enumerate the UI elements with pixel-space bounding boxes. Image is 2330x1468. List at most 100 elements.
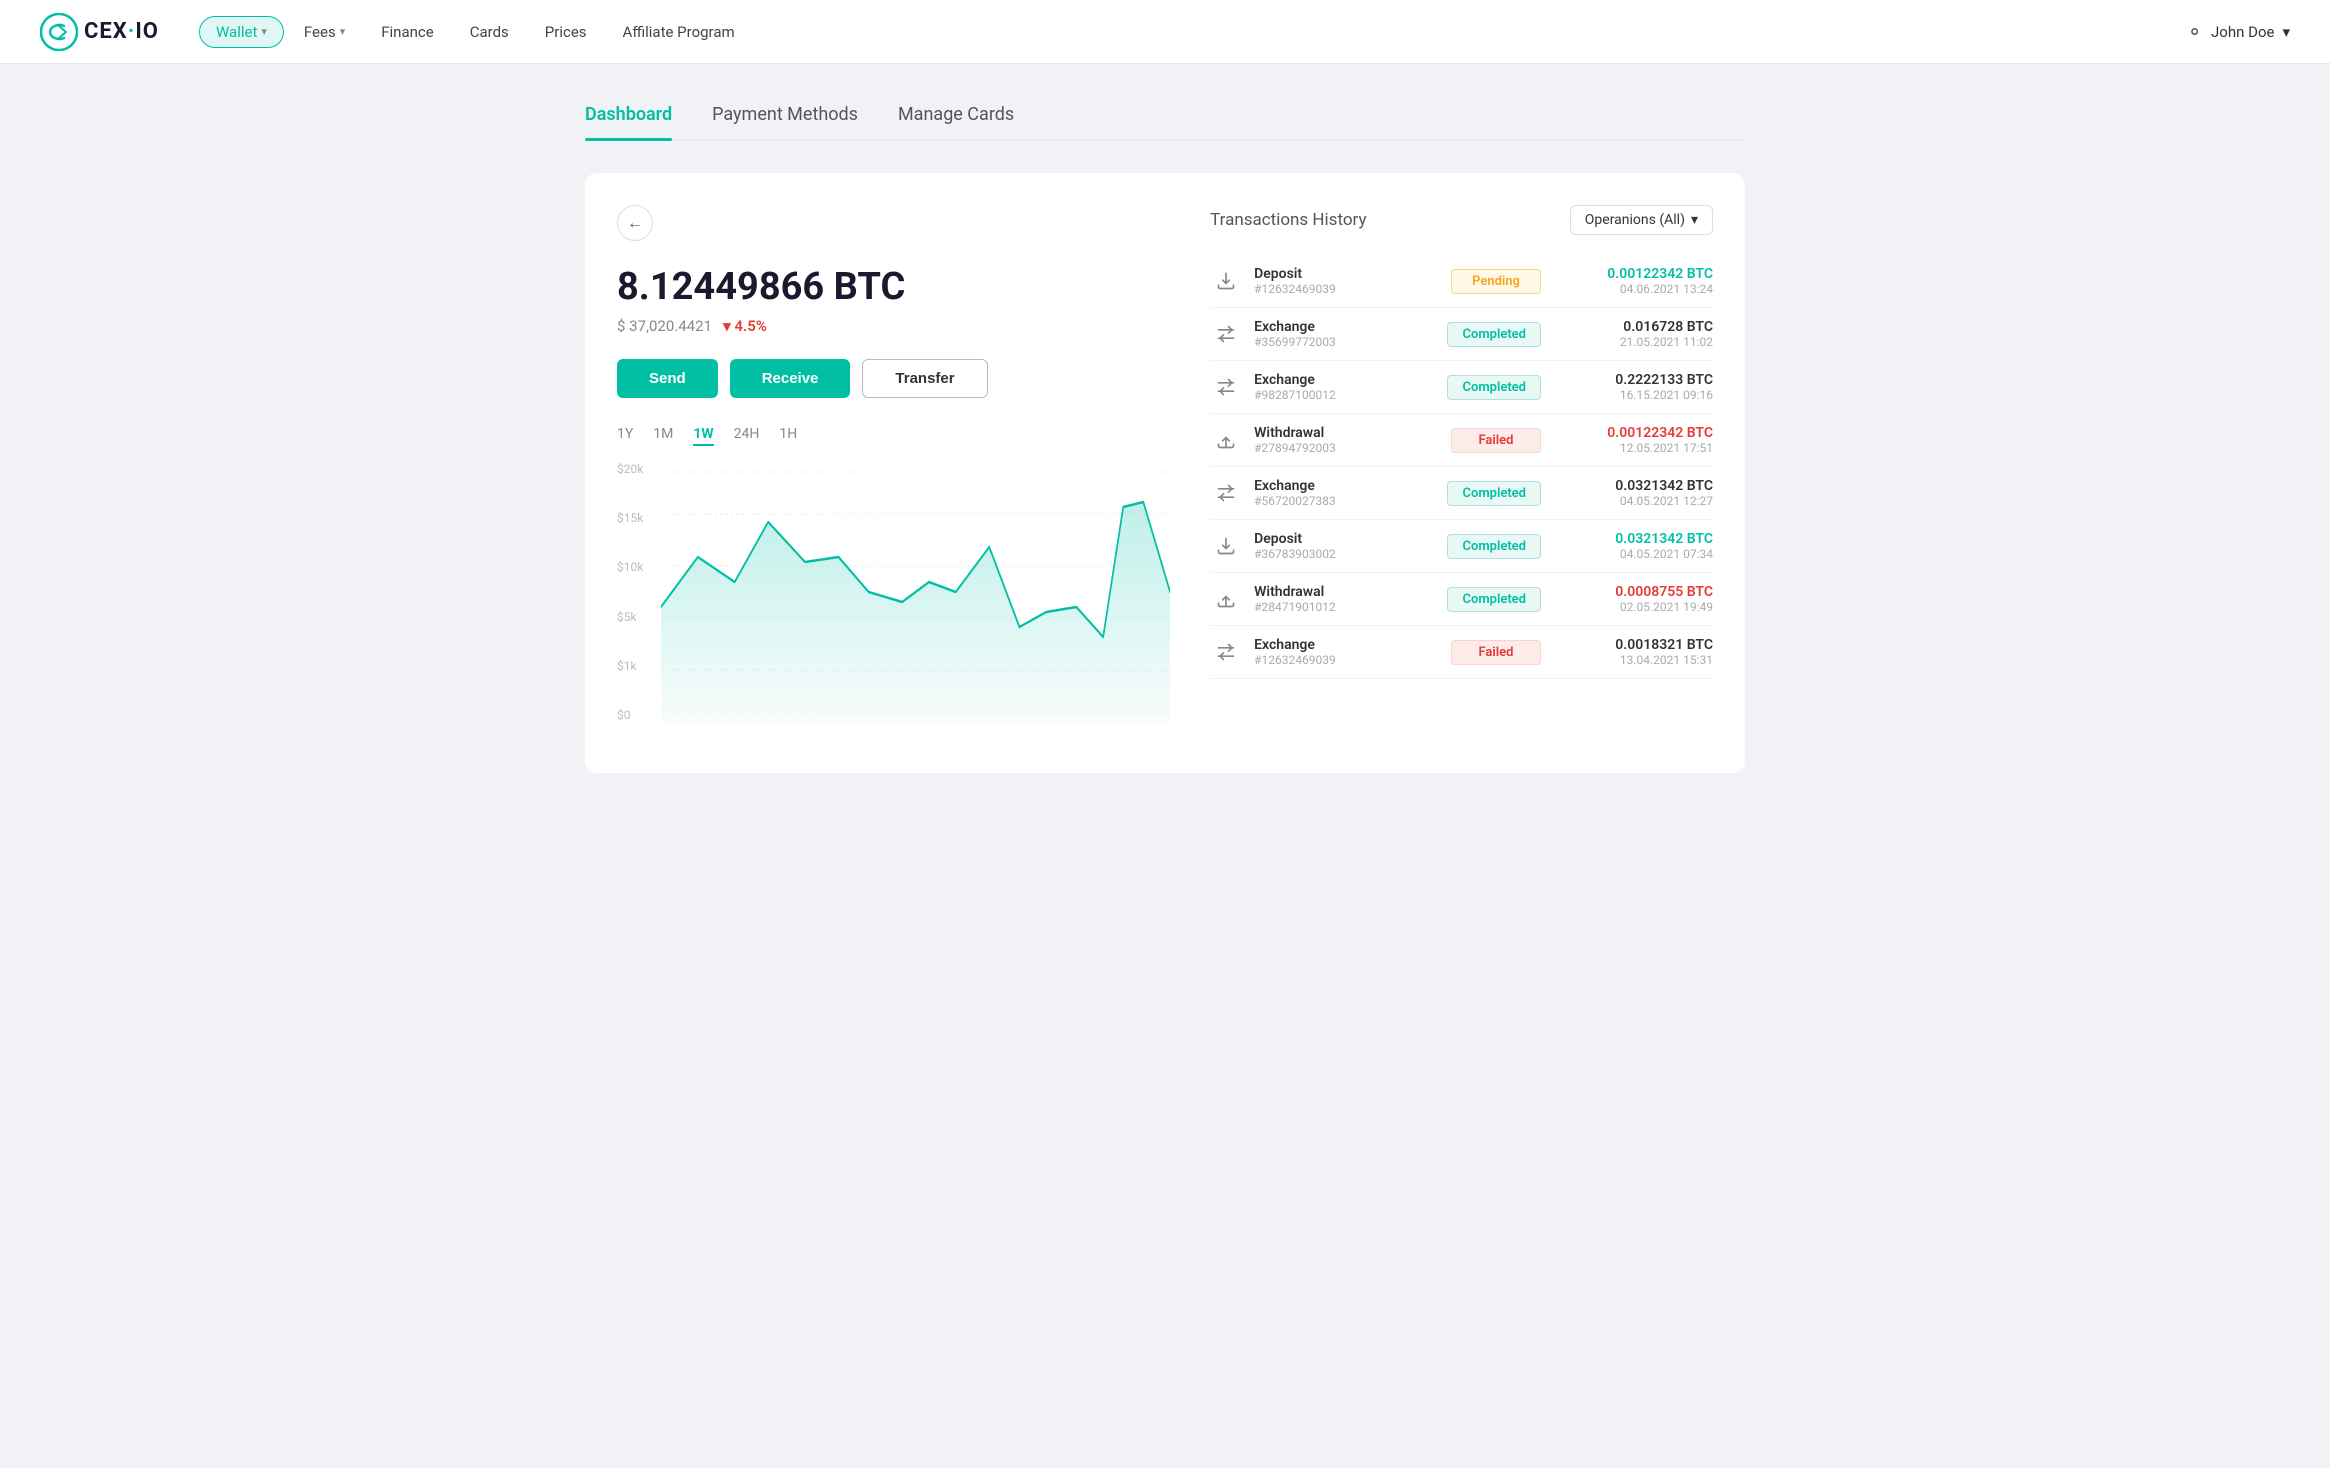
- chart-label-1k: $1k: [617, 659, 657, 673]
- chart-y-labels: $20k $15k $10k $5k $1k $0: [617, 462, 657, 722]
- filter-1y[interactable]: 1Y: [617, 426, 633, 446]
- user-name: John Doe: [2211, 23, 2274, 41]
- transfer-button[interactable]: Transfer: [862, 359, 987, 398]
- nav-wallet[interactable]: Wallet ▾: [199, 16, 284, 48]
- status-badge: Pending: [1451, 269, 1541, 294]
- tx-type: Deposit: [1254, 531, 1435, 547]
- tab-payment-methods[interactable]: Payment Methods: [712, 104, 858, 139]
- status-badge: Completed: [1447, 481, 1541, 506]
- table-row: Exchange #12632469039 Failed 0.0018321 B…: [1210, 626, 1713, 679]
- tx-date: 04.06.2021 13:24: [1553, 282, 1713, 296]
- tx-amount: 0.016728 BTC: [1553, 319, 1713, 335]
- user-icon: ⚬: [2186, 20, 2203, 44]
- fees-chevron-icon: ▾: [340, 25, 346, 38]
- tx-type: Withdrawal: [1254, 425, 1439, 441]
- logo-text: CEX·IO: [84, 19, 159, 44]
- action-buttons: Send Receive Transfer: [617, 359, 1170, 398]
- wallet-chevron-icon: ▾: [261, 25, 267, 38]
- time-filters: 1Y 1M 1W 24H 1H: [617, 426, 1170, 446]
- nav-links: Wallet ▾ Fees ▾ Finance Cards Prices Aff…: [199, 15, 2186, 49]
- chart-label-20k: $20k: [617, 462, 657, 476]
- exchange-icon: [1210, 318, 1242, 350]
- price-change: ▾ 4.5%: [723, 317, 767, 335]
- nav-prices[interactable]: Prices: [529, 15, 603, 49]
- tx-id: #36783903002: [1254, 547, 1435, 561]
- price-chart: $20k $15k $10k $5k $1k $0: [617, 462, 1170, 722]
- navbar: CEX·IO Wallet ▾ Fees ▾ Finance Cards Pri…: [0, 0, 2330, 64]
- chart-label-5k: $5k: [617, 610, 657, 624]
- tx-type: Withdrawal: [1254, 584, 1435, 600]
- filter-1m[interactable]: 1M: [653, 426, 673, 446]
- tx-id: #12632469039: [1254, 282, 1439, 296]
- nav-fees[interactable]: Fees ▾: [288, 15, 361, 49]
- tab-manage-cards[interactable]: Manage Cards: [898, 104, 1014, 139]
- tx-date: 12.05.2021 17:51: [1553, 441, 1713, 455]
- chart-svg-area: [661, 462, 1170, 722]
- status-badge: Completed: [1447, 375, 1541, 400]
- tx-id: #98287100012: [1254, 388, 1435, 402]
- left-panel: ← 8.12449866 BTC $ 37,020.4421 ▾ 4.5% Se…: [617, 205, 1170, 741]
- table-row: Withdrawal #28471901012 Completed 0.0008…: [1210, 573, 1713, 626]
- tx-header: Transactions History Operanions (All) ▾: [1210, 205, 1713, 235]
- tx-amount-area: 0.0018321 BTC 13.04.2021 15:31: [1553, 637, 1713, 667]
- table-row: Deposit #36783903002 Completed 0.0321342…: [1210, 520, 1713, 573]
- nav-cards[interactable]: Cards: [454, 15, 525, 49]
- tx-amount: 0.0018321 BTC: [1553, 637, 1713, 653]
- tx-date: 04.05.2021 07:34: [1553, 547, 1713, 561]
- tx-amount: 0.0321342 BTC: [1553, 531, 1713, 547]
- status-badge: Failed: [1451, 428, 1541, 453]
- tx-id: #35699772003: [1254, 335, 1435, 349]
- back-arrow-icon: ←: [627, 213, 643, 233]
- tx-filter-dropdown[interactable]: Operanions (All) ▾: [1570, 205, 1713, 235]
- logo[interactable]: CEX·IO: [40, 13, 159, 51]
- chart-label-10k: $10k: [617, 560, 657, 574]
- status-badge: Completed: [1447, 587, 1541, 612]
- tx-filter-chevron-icon: ▾: [1691, 212, 1698, 228]
- status-badge: Failed: [1451, 640, 1541, 665]
- tx-amount-area: 0.00122342 BTC 12.05.2021 17:51: [1553, 425, 1713, 455]
- chart-label-0: $0: [617, 708, 657, 722]
- status-badge: Completed: [1447, 534, 1541, 559]
- send-button[interactable]: Send: [617, 359, 718, 398]
- page-wrapper: Dashboard Payment Methods Manage Cards ←…: [565, 64, 1765, 793]
- tx-id: #28471901012: [1254, 600, 1435, 614]
- tx-amount-area: 0.016728 BTC 21.05.2021 11:02: [1553, 319, 1713, 349]
- tx-amount-area: 0.0321342 BTC 04.05.2021 12:27: [1553, 478, 1713, 508]
- balance-usd: $ 37,020.4421 ▾ 4.5%: [617, 317, 1170, 335]
- tx-amount: 0.00122342 BTC: [1553, 425, 1713, 441]
- table-row: Withdrawal #27894792003 Failed 0.0012234…: [1210, 414, 1713, 467]
- nav-affiliate[interactable]: Affiliate Program: [607, 15, 751, 49]
- tx-type: Exchange: [1254, 637, 1439, 653]
- tx-title: Transactions History: [1210, 210, 1366, 230]
- tx-amount: 0.00122342 BTC: [1553, 266, 1713, 282]
- table-row: Exchange #98287100012 Completed 0.222213…: [1210, 361, 1713, 414]
- tx-list: Deposit #12632469039 Pending 0.00122342 …: [1210, 255, 1713, 679]
- receive-button[interactable]: Receive: [730, 359, 851, 398]
- withdrawal-icon: [1210, 583, 1242, 615]
- filter-1h[interactable]: 1H: [779, 426, 797, 446]
- tab-dashboard[interactable]: Dashboard: [585, 104, 672, 139]
- exchange-icon: [1210, 477, 1242, 509]
- main-card: ← 8.12449866 BTC $ 37,020.4421 ▾ 4.5% Se…: [585, 173, 1745, 773]
- tx-filter-label: Operanions (All): [1585, 212, 1685, 228]
- filter-1w[interactable]: 1W: [693, 426, 713, 446]
- filter-24h[interactable]: 24H: [734, 426, 760, 446]
- status-badge: Completed: [1447, 322, 1541, 347]
- tx-date: 04.05.2021 12:27: [1553, 494, 1713, 508]
- chart-label-15k: $15k: [617, 511, 657, 525]
- user-menu[interactable]: ⚬ John Doe ▾: [2186, 20, 2290, 44]
- tx-date: 13.04.2021 15:31: [1553, 653, 1713, 667]
- back-button[interactable]: ←: [617, 205, 653, 241]
- tx-amount-area: 0.0008755 BTC 02.05.2021 19:49: [1553, 584, 1713, 614]
- tx-date: 02.05.2021 19:49: [1553, 600, 1713, 614]
- tx-amount: 0.2222133 BTC: [1553, 372, 1713, 388]
- nav-finance[interactable]: Finance: [365, 15, 449, 49]
- tx-amount-area: 0.0321342 BTC 04.05.2021 07:34: [1553, 531, 1713, 561]
- page-tabs: Dashboard Payment Methods Manage Cards: [585, 104, 1745, 141]
- withdrawal-icon: [1210, 424, 1242, 456]
- tx-id: #27894792003: [1254, 441, 1439, 455]
- tx-date: 21.05.2021 11:02: [1553, 335, 1713, 349]
- tx-id: #56720027383: [1254, 494, 1435, 508]
- balance-btc: 8.12449866 BTC: [617, 265, 1170, 309]
- tx-amount-area: 0.00122342 BTC 04.06.2021 13:24: [1553, 266, 1713, 296]
